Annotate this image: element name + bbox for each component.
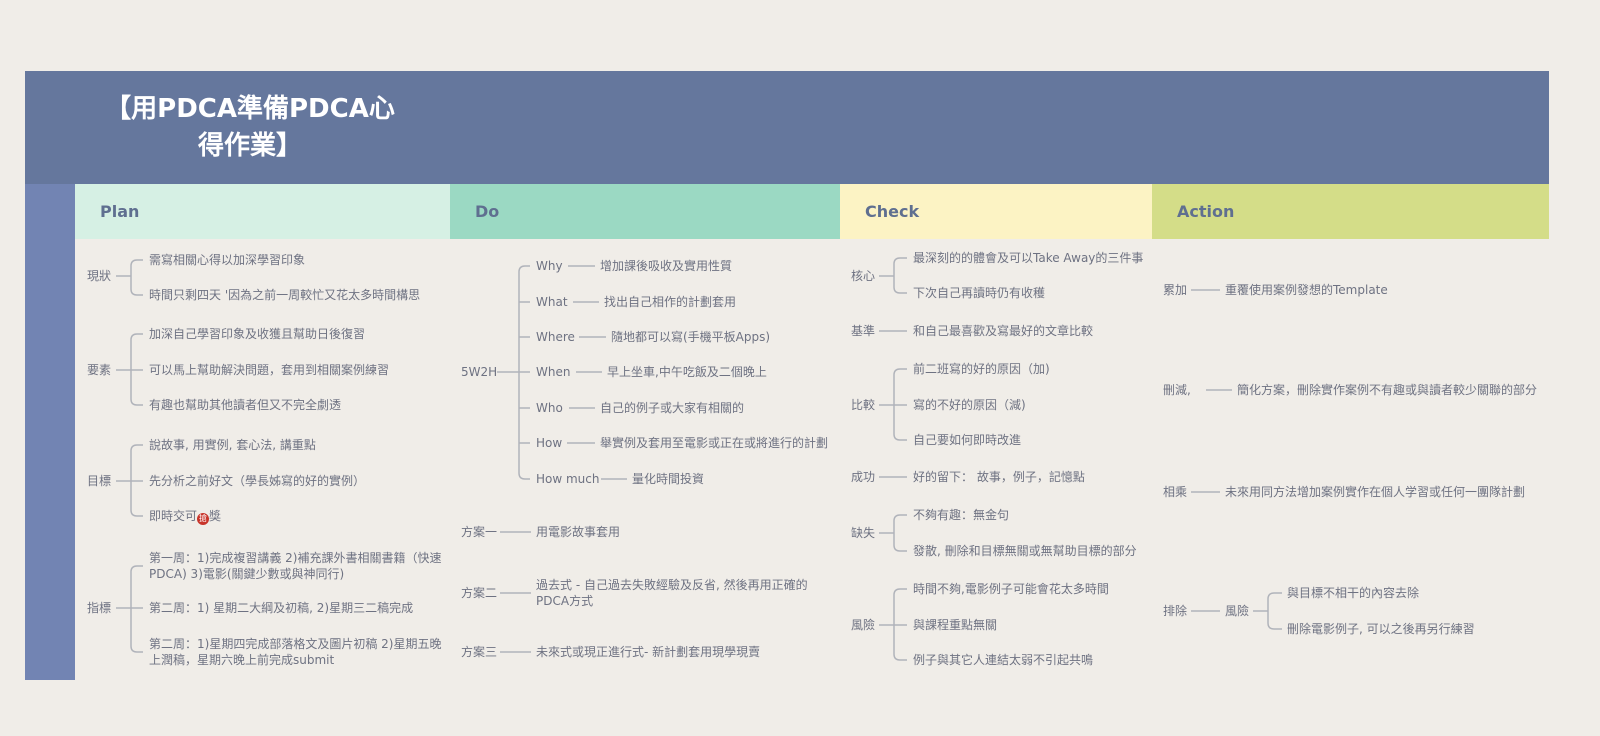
stamp-icon: 搶 [197, 513, 210, 525]
check-item: 好的留下： 故事，例子，記憶點 [913, 470, 1085, 484]
check-item: 最深刻的的體會及可以Take Away的三件事 [913, 251, 1144, 265]
plan-item: 加深自己學習印象及收獲且幫助日後復習 [149, 327, 366, 341]
plan-item: 第二周：1)星期四完成部落格文及圖片初稿 2)星期五晚上潤稿，星期六晚上前完成s… [149, 637, 442, 667]
connector [130, 333, 143, 341]
connector [893, 257, 907, 265]
plan-item: 即時交可搶獎 [149, 509, 222, 525]
action-key: 累加 [1163, 283, 1188, 297]
do-w2h-key: When [536, 365, 571, 379]
check-item: 與課程重點無關 [913, 618, 998, 632]
do-w2h-key: How much [536, 472, 600, 486]
action-key: 排除 [1163, 604, 1188, 618]
page-title: 【用PDCA準備PDCA心 得作業】 [105, 94, 395, 161]
action-key: 相乘 [1163, 485, 1188, 499]
check-item: 例子與其它人連結太弱不引起共鳴 [913, 653, 1094, 667]
connector [893, 653, 907, 661]
check-item: 前二班寫的好的原因（加) [913, 362, 1050, 376]
connector [130, 444, 143, 452]
column-check: Check [840, 184, 1152, 239]
check-item: 發散, 刪除和目標無關或無幫助目標的部分 [913, 544, 1137, 558]
do-w2h-key: How [536, 436, 563, 450]
connector [1267, 622, 1282, 630]
do-w2h-value: 早上坐車,中午吃飯及二個晚上 [607, 365, 767, 379]
action-value: 未來用同方法增加案例實作在個人学習或任何一團隊計劃 [1225, 485, 1526, 499]
check-group-label: 核心 [851, 269, 876, 283]
action-value: 簡化方案，刪除實作案例不有趣或與讀者較少關聯的部分 [1237, 383, 1538, 397]
connector [893, 433, 907, 441]
action-key: 刪減, [1163, 383, 1191, 397]
title-banner: 【用PDCA準備PDCA心 得作業】 [25, 71, 1549, 184]
check-group-label: 成功 [851, 470, 876, 484]
plan-item: 說故事, 用實例, 套心法, 講重點 [149, 438, 316, 452]
do-w2h-key: What [536, 295, 568, 309]
connector [130, 645, 143, 653]
connector [1267, 592, 1282, 600]
do-plan-key: 方案三 [461, 645, 498, 659]
do-w2h-value: 舉實例及套用至電影或正在或將進行的計劃 [600, 436, 829, 450]
action-sub: 風險 [1225, 604, 1250, 618]
connector [893, 514, 907, 522]
do-plan-value: 未來式或現正進行式- 新計劃套用現學現賣 [536, 645, 761, 659]
plan-group-label: 要素 [87, 363, 112, 377]
check-item: 不夠有趣：無金句 [913, 508, 1010, 522]
check-group-label: 缺失 [851, 526, 876, 540]
connector [130, 398, 143, 406]
plan-item: 有趣也幫助其他讀者但又不完全劇透 [149, 398, 342, 412]
connector [893, 368, 907, 376]
do-w2h-key: Who [536, 401, 563, 415]
connector [130, 509, 143, 517]
do-w2h-value: 增加課後吸收及實用性質 [600, 259, 733, 273]
action-item: 刪除電影例子, 可以之後再另行練習 [1287, 622, 1475, 636]
plan-item: 可以馬上幫助解決問題，套用到相關案例練習 [149, 363, 390, 377]
plan-group-label: 指標 [87, 601, 112, 615]
do-plan-key: 方案二 [461, 586, 498, 600]
action-value: 重覆使用案例發想的Template [1225, 283, 1388, 297]
connector [893, 286, 907, 294]
connector [130, 259, 143, 267]
do-plan-value: 過去式 - 自己過去失敗經驗及反省, 然後再用正確的PDCA方式 [536, 578, 808, 608]
connector [893, 588, 907, 596]
column-action: Action [1152, 184, 1549, 239]
do-w2h-value: 找出自己相作的計劃套用 [604, 295, 737, 309]
connector [130, 288, 143, 296]
plan-item: 先分析之前好文（學長姊寫的好的實例） [149, 474, 366, 488]
check-item: 和自己最喜歡及寫最好的文章比較 [913, 324, 1094, 338]
check-item: 時間不夠,電影例子可能會花太多時間 [913, 582, 1109, 596]
check-item: 寫的不好的原因（減) [913, 398, 1026, 412]
plan-item: 第二周：1) 星期二大綱及初稿, 2)星期三二稿完成 [149, 601, 414, 615]
plan-item: 時間只剩四天 '因為之前一周較忙又花太多時間構思 [149, 288, 421, 302]
column-do: Do [450, 184, 840, 239]
do-w2h-value: 自己的例子或大家有相關的 [600, 401, 745, 415]
check-item: 下次自己再讀時仍有收穫 [913, 286, 1046, 300]
plan-item: 第一周：1)完成複習講義 2)補充課外書相關書籍（快速PDCA) 3)電影(關鍵… [149, 551, 442, 581]
connector [518, 472, 530, 480]
plan-group-label: 現狀 [87, 269, 112, 283]
check-group-label: 比較 [851, 398, 876, 412]
plan-group-label: 目標 [87, 474, 112, 488]
check-group-label: 基準 [851, 324, 876, 338]
check-group-label: 風險 [851, 618, 876, 632]
do-5w2h-label: 5W2H [461, 365, 498, 379]
column-plan: Plan [75, 184, 450, 239]
do-w2h-value: 隨地都可以寫(手機平板Apps) [611, 330, 771, 344]
left-sidebar [25, 184, 75, 680]
do-w2h-key: Why [536, 259, 563, 273]
plan-item: 需寫相關心得以加深學習印象 [149, 253, 306, 267]
check-item: 自己要如何即時改進 [913, 433, 1022, 447]
connector [893, 544, 907, 552]
do-w2h-key: Where [536, 330, 575, 344]
do-plan-value: 用電影故事套用 [536, 525, 621, 539]
connector [518, 265, 530, 273]
connector [130, 565, 143, 573]
do-plan-key: 方案一 [461, 525, 498, 539]
action-item: 與目標不相干的內容去除 [1287, 586, 1420, 600]
do-w2h-value: 量化時間投資 [632, 472, 705, 486]
